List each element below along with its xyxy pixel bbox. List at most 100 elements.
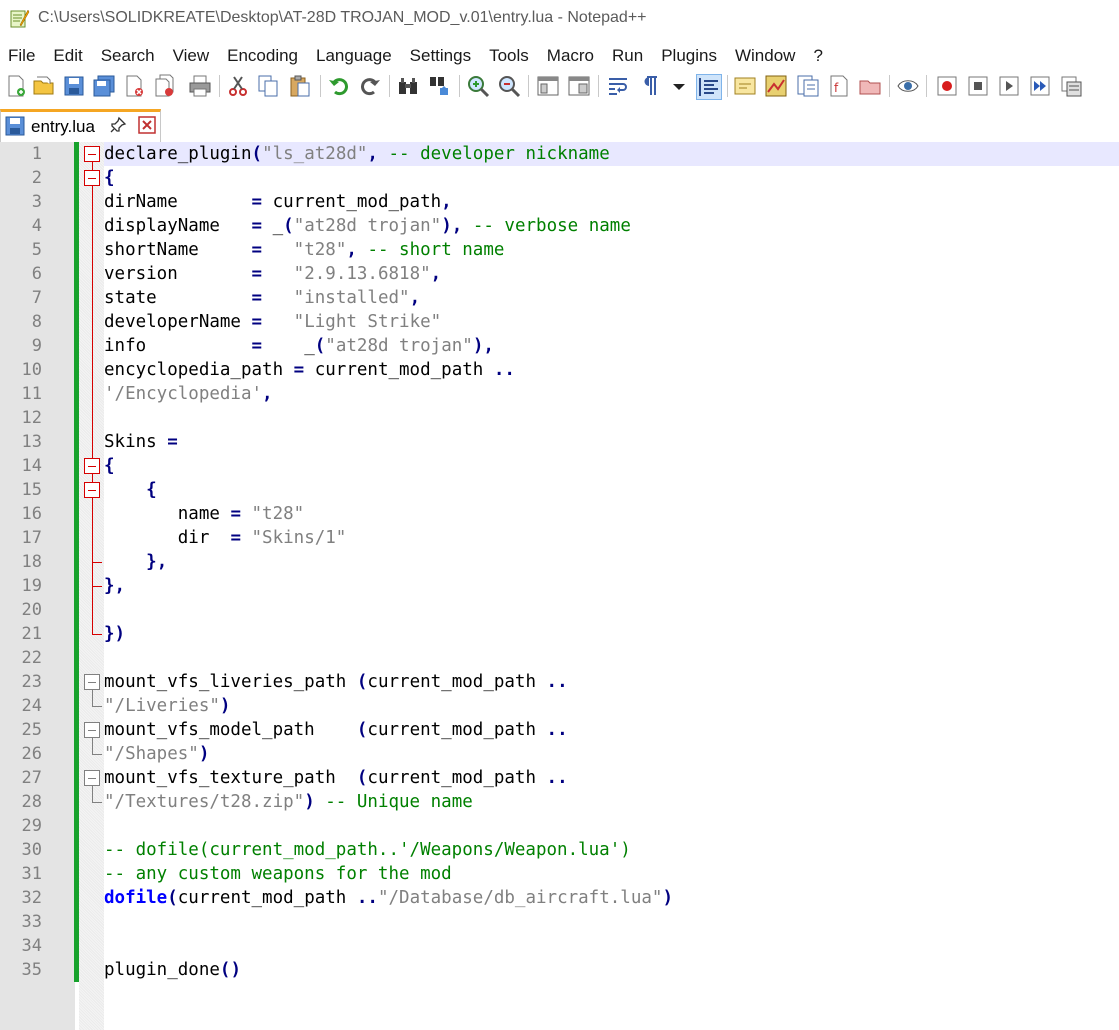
folder-as-workspace-icon[interactable]: f: [827, 74, 851, 98]
eye-icon[interactable]: [896, 74, 920, 98]
code-text[interactable]: mount_vfs_texture_path (current_mod_path…: [104, 766, 568, 790]
fold-toggle-icon[interactable]: [84, 770, 100, 786]
tab-bar: entry.lua: [0, 104, 1119, 143]
menu-help[interactable]: ?: [805, 46, 832, 66]
tab-entry-lua[interactable]: entry.lua: [0, 109, 161, 142]
playback-macro-icon[interactable]: [997, 74, 1021, 98]
code-text[interactable]: Skins =: [104, 430, 178, 454]
code-text[interactable]: displayName = _("at28d trojan"), -- verb…: [104, 214, 631, 238]
close-icon[interactable]: [122, 74, 146, 98]
replace-icon[interactable]: [428, 74, 452, 98]
code-token: "/Textures/t28.zip": [104, 792, 305, 812]
print-icon[interactable]: [188, 74, 212, 98]
code-text[interactable]: "/Liveries"): [104, 694, 230, 718]
pin-icon[interactable]: [109, 116, 127, 134]
code-text[interactable]: {: [104, 478, 157, 502]
code-text[interactable]: mount_vfs_liveries_path (current_mod_pat…: [104, 670, 568, 694]
code-text[interactable]: name = "t28": [104, 502, 304, 526]
code-text[interactable]: dirName = current_mod_path,: [104, 190, 452, 214]
paste-icon[interactable]: [288, 74, 312, 98]
code-editor[interactable]: 1 declare_plugin("ls_at28d", -- developer…: [0, 142, 1119, 1030]
code-text[interactable]: {: [104, 166, 115, 190]
menu-tools[interactable]: Tools: [481, 46, 539, 66]
fold-toggle-icon[interactable]: [84, 170, 100, 186]
monitoring-icon[interactable]: [858, 74, 882, 98]
menu-plugins[interactable]: Plugins: [653, 46, 727, 66]
line-number: 35: [21, 960, 42, 980]
document-map-icon[interactable]: [764, 74, 788, 98]
dropdown-arrow-icon[interactable]: [667, 74, 691, 98]
code-text[interactable]: developerName = "Light Strike": [104, 310, 441, 334]
close-all-icon[interactable]: [152, 74, 176, 98]
save-macro-icon[interactable]: [1059, 74, 1083, 98]
code-text[interactable]: dir = "Skins/1": [104, 526, 347, 550]
undo-icon[interactable]: [327, 74, 351, 98]
zoom-out-icon[interactable]: [497, 74, 521, 98]
code-token: =: [251, 192, 273, 212]
stop-recording-icon[interactable]: [966, 74, 990, 98]
zoom-in-icon[interactable]: [466, 74, 490, 98]
code-text[interactable]: shortName = "t28", -- short name: [104, 238, 504, 262]
code-text[interactable]: "/Shapes"): [104, 742, 209, 766]
code-text[interactable]: version = "2.9.13.6818",: [104, 262, 441, 286]
menu-edit[interactable]: Edit: [45, 46, 92, 66]
code-token: ..: [546, 720, 568, 740]
menu-macro[interactable]: Macro: [539, 46, 604, 66]
copy-icon[interactable]: [256, 74, 280, 98]
code-text[interactable]: declare_plugin("ls_at28d", -- developer …: [104, 142, 610, 166]
fold-toggle-icon[interactable]: [84, 722, 100, 738]
fold-toggle-icon[interactable]: [84, 146, 100, 162]
fold-toggle-icon[interactable]: [84, 458, 100, 474]
run-macro-multiple-times-icon[interactable]: [1028, 74, 1052, 98]
show-all-characters-icon[interactable]: [637, 74, 661, 98]
line-number: 12: [21, 408, 42, 428]
code-text[interactable]: plugin_done(): [104, 958, 241, 982]
user-defined-language-icon[interactable]: [733, 74, 757, 98]
code-text[interactable]: }): [104, 622, 125, 646]
new-file-icon[interactable]: [4, 74, 28, 98]
code-text[interactable]: '/Encyclopedia',: [104, 382, 273, 406]
word-wrap-icon[interactable]: [606, 74, 630, 98]
menu-settings[interactable]: Settings: [402, 46, 481, 66]
find-icon[interactable]: [396, 74, 420, 98]
code-token: -- dofile(current_mod_path..'/Weapons/We…: [104, 840, 631, 860]
menu-file[interactable]: File: [0, 46, 45, 66]
code-text[interactable]: dofile(current_mod_path .."/Database/db_…: [104, 886, 673, 910]
window-title: C:\Users\SOLIDKREATE\Desktop\AT-28D TROJ…: [38, 9, 647, 26]
menu-encoding[interactable]: Encoding: [219, 46, 308, 66]
code-text[interactable]: },: [104, 550, 167, 574]
sync-horizontal-scrolling-icon[interactable]: [567, 74, 591, 98]
code-text[interactable]: "/Textures/t28.zip") -- Unique name: [104, 790, 473, 814]
menu-language[interactable]: Language: [308, 46, 402, 66]
open-file-icon[interactable]: [32, 74, 56, 98]
sync-vertical-scrolling-icon[interactable]: [536, 74, 560, 98]
code-text[interactable]: info = _("at28d trojan"),: [104, 334, 494, 358]
close-tab-icon[interactable]: [138, 116, 156, 134]
fold-line: [92, 738, 93, 754]
record-macro-icon[interactable]: [935, 74, 959, 98]
menu-run[interactable]: Run: [604, 46, 653, 66]
function-list-icon[interactable]: [796, 74, 820, 98]
code-text[interactable]: encyclopedia_path = current_mod_path ..: [104, 358, 515, 382]
save-all-icon[interactable]: [92, 74, 116, 98]
save-icon[interactable]: [62, 74, 86, 98]
menu-search[interactable]: Search: [93, 46, 165, 66]
code-token: mount_vfs_model_path: [104, 720, 357, 740]
code-text[interactable]: {: [104, 454, 115, 478]
code-text[interactable]: },: [104, 574, 125, 598]
line-number: 27: [21, 768, 42, 788]
code-text[interactable]: -- dofile(current_mod_path..'/Weapons/We…: [104, 838, 631, 862]
code-line: 11 '/Encyclopedia',: [0, 382, 1119, 406]
code-text[interactable]: state = "installed",: [104, 286, 420, 310]
indent-guide-icon[interactable]: [696, 74, 722, 100]
menu-window[interactable]: Window: [727, 46, 805, 66]
line-number: 25: [21, 720, 42, 740]
fold-toggle-icon[interactable]: [84, 674, 100, 690]
menu-view[interactable]: View: [165, 46, 220, 66]
code-text[interactable]: mount_vfs_model_path (current_mod_path .…: [104, 718, 568, 742]
fold-toggle-icon[interactable]: [84, 482, 100, 498]
code-token: dirName: [104, 192, 252, 212]
redo-icon[interactable]: [358, 74, 382, 98]
code-text[interactable]: -- any custom weapons for the mod: [104, 862, 452, 886]
cut-icon[interactable]: [226, 74, 250, 98]
